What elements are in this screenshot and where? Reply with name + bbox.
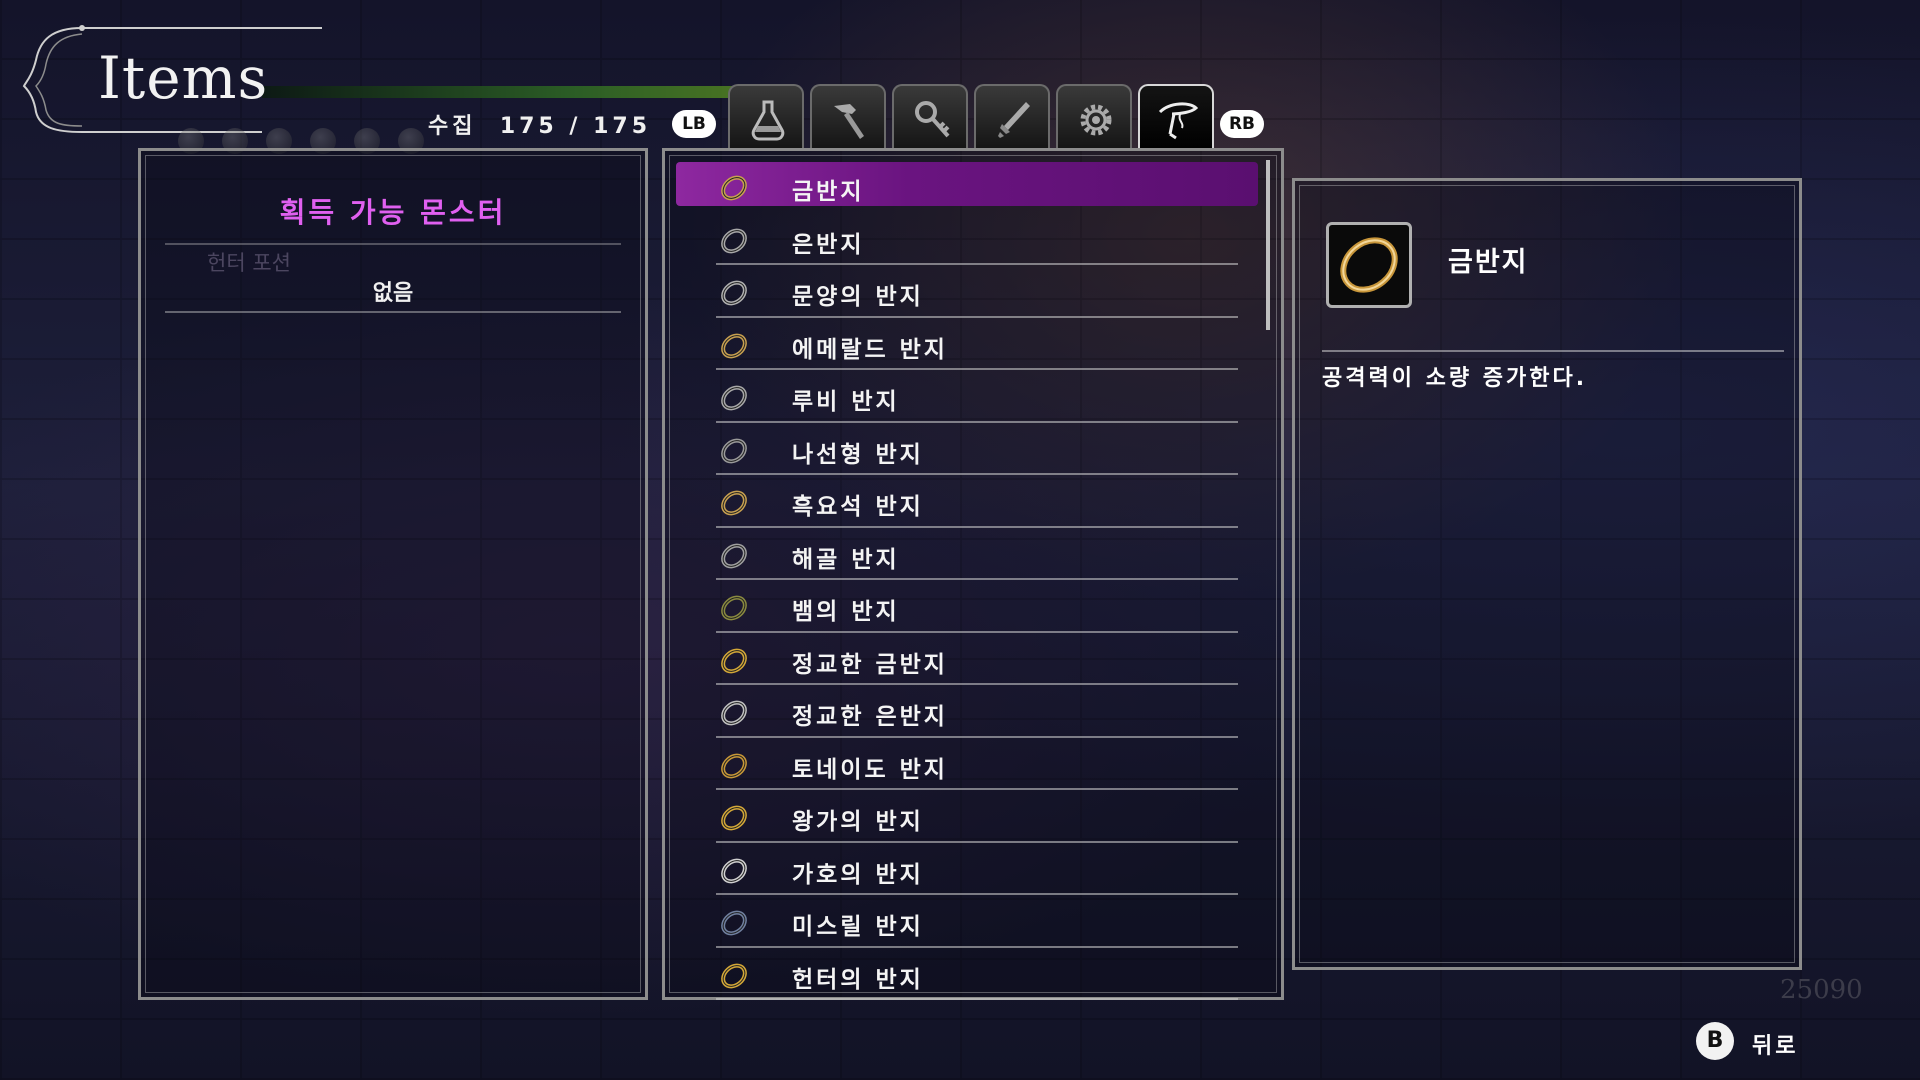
obsidian-ring-icon [721,490,747,516]
background-text: 헌터 포션 [207,251,291,275]
item-row[interactable]: 금반지 [676,160,1258,213]
gear-icon [1080,104,1112,136]
royal-ring-icon [721,805,747,831]
item-row[interactable]: 가호의 반지 [676,843,1258,895]
item-label: 정교한 은반지 [792,704,948,730]
spiral-ring-icon [721,438,747,463]
gold-ring-icon [1340,237,1398,293]
item-label: 토네이도 반지 [792,756,948,783]
item-row[interactable]: 토네이도 반지 [676,738,1258,790]
silver-ring-icon [721,228,747,253]
item-row[interactable]: 문양의 반지 [676,265,1258,318]
item-row[interactable]: 정교한 금반지 [676,633,1258,685]
selection-highlight [676,162,1258,206]
item-label: 루비 반지 [792,389,900,415]
item-label: 은반지 [792,231,865,258]
gold-amount: 25090 [1780,975,1863,1005]
item-label: 금반지 [792,179,865,205]
item-label: 에메랄드 반지 [792,336,948,363]
ring-hook-icon [1158,102,1199,140]
item-label: 헌터의 반지 [792,966,924,993]
item-label: 미스릴 반지 [792,914,924,940]
detail-item-name: 금반지 [1448,247,1529,278]
item-row[interactable]: 미스릴 반지 [676,895,1258,948]
item-label: 정교한 금반지 [792,651,948,678]
rb-button[interactable]: RB [1220,110,1264,138]
tab-weapons[interactable] [974,84,1050,148]
item-row[interactable]: 정교한 은반지 [676,685,1258,738]
item-row[interactable]: 흑요석 반지 [676,475,1258,528]
item-label: 왕가의 반지 [792,809,924,835]
fine-silver-ring-icon [721,700,747,726]
item-row[interactable]: 나선형 반지 [676,423,1258,475]
potion-icon [751,100,785,141]
item-label: 해골 반지 [792,546,900,573]
list-scrollbar[interactable] [1266,160,1270,330]
snake-ring-icon [721,595,747,621]
key-icon [915,101,950,138]
item-row[interactable]: 뱀의 반지 [676,580,1258,633]
item-row[interactable]: 해골 반지 [676,528,1258,580]
item-row[interactable]: 루비 반지 [676,370,1258,423]
item-label: 문양의 반지 [792,284,924,310]
hammer-icon [834,104,864,139]
tab-keys[interactable] [892,84,968,148]
tab-rings[interactable] [1138,84,1214,148]
tab-potions[interactable] [728,84,804,148]
b-button-icon: B [1696,1022,1734,1060]
patterned-ring-icon [721,280,747,306]
item-label: 나선형 반지 [792,441,924,468]
sword-icon [998,102,1030,138]
item-row[interactable]: 에메랄드 반지 [676,318,1258,370]
divider [1322,350,1784,352]
row-divider [716,998,1238,1000]
collection-value: 175 / 175 [499,114,652,139]
monster-heading: 획득 가능 몬스터 [279,196,507,229]
back-label: 뒤로 [1752,1034,1799,1059]
lb-button[interactable]: LB [672,110,716,138]
item-label: 흑요석 반지 [792,494,924,520]
detail-item-icon [1326,222,1412,308]
divider [165,311,621,313]
title-progress-bar [262,86,782,98]
fine-gold-ring-icon [721,648,747,673]
item-label: 가호의 반지 [792,861,924,888]
monster-none-label: 없음 [372,281,414,306]
item-label: 뱀의 반지 [792,599,900,625]
blessing-ring-icon [721,858,747,883]
item-row[interactable]: 헌터의 반지 [676,948,1258,1000]
ruby-ring-icon [721,385,747,411]
gold-ring-icon [721,175,747,201]
emerald-ring-icon [721,333,747,358]
detail-item-description: 공격력이 소량 증가한다. [1322,366,1588,391]
tab-accessories[interactable] [1056,84,1132,148]
page-title: Items [98,44,269,112]
skull-ring-icon [721,543,747,568]
hunter-ring-icon [721,963,747,988]
monster-panel: 획득 가능 몬스터 헌터 포션 없음 [138,148,648,1000]
mithril-ring-icon [721,910,747,936]
tornado-ring-icon [721,753,747,778]
tab-materials[interactable] [810,84,886,148]
item-row[interactable]: 왕가의 반지 [676,790,1258,843]
item-list: 금반지은반지문양의 반지에메랄드 반지루비 반지나선형 반지흑요석 반지해골 반… [676,160,1258,1000]
item-row[interactable]: 은반지 [676,213,1258,265]
divider [165,243,621,245]
